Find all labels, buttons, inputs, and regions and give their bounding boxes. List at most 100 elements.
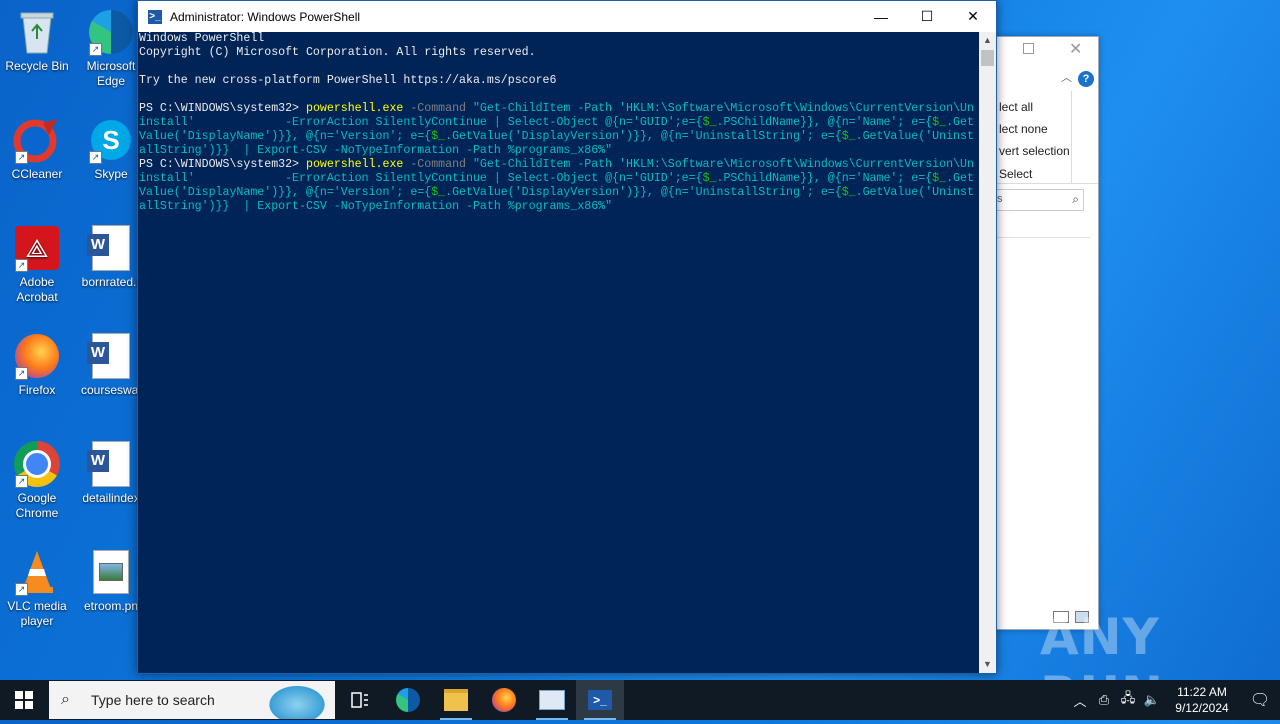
desktop-icon-label: detailindex [82,491,140,505]
desktop-icon-label: etroom.pn [83,599,139,613]
console-command-line: PS C:\WINDOWS\system32> powershell.exe -… [139,102,974,115]
search-field[interactable]: s ⌕ [995,189,1084,211]
desktop-icon-ccleaner[interactable]: ↗ CCleaner [2,116,72,182]
desktop-icon-label: Adobe Acrobat [16,275,58,304]
powershell-icon: >_ [588,690,612,710]
ribbon-divider [1071,91,1072,183]
console-blank-line: ​ [139,88,979,102]
taskbar-edge[interactable] [384,680,432,720]
search-placeholder: s [997,193,1003,205]
desktop-icon-label: Microsoft Edge [86,59,136,88]
clock[interactable]: 11:22 AM 9/12/2024 [1164,684,1240,716]
close-button[interactable]: ✕ [1069,39,1082,59]
console-line: Windows PowerShell [139,32,265,45]
shortcut-arrow-icon: ↗ [89,151,102,164]
desktop-icon-label: bornrated.r [81,275,141,289]
console-command-line: Value('DisplayName')}}, @{n='Version'; e… [139,186,974,199]
clock-date: 9/12/2024 [1175,701,1229,715]
search-placeholder: Type here to search [91,692,215,708]
background-explorer-window[interactable]: ✕ ︿ ? lect all lect none vert selection … [994,36,1099,630]
desktop-icon-firefox[interactable]: ↗ Firefox [2,332,72,398]
taskbar: ⌕ Type here to search >_ ︿ ⎙ 🖧 🔈 11:22 A… [0,680,1280,720]
select-none-item[interactable]: lect none [999,122,1048,136]
microsoft-edge-icon [396,688,420,712]
vertical-scrollbar[interactable]: ▲ ▼ [979,32,996,673]
console-line: Try the new cross-platform PowerShell ht… [139,74,557,87]
notification-icon[interactable]: 🗨 [1240,690,1280,710]
shortcut-arrow-icon: ↗ [89,43,102,56]
task-view-button[interactable] [336,680,384,720]
help-icon[interactable]: ? [1078,71,1094,87]
vlc-cone-icon: ↗ [13,548,61,596]
volume-icon[interactable]: 🔈 [1140,692,1164,708]
desktop-icon-label: Firefox [18,383,56,397]
desktop-icon-microsoft-edge[interactable]: ↗ Microsoft Edge [76,8,146,89]
word-document-icon: W [87,332,135,380]
desktop-icon-google-chrome[interactable]: ↗ Google Chrome [2,440,72,521]
header-divider [995,237,1090,238]
console-command-line: PS C:\WINDOWS\system32> powershell.exe -… [139,158,974,171]
network-icon[interactable]: 🖧 [1116,689,1140,711]
maximize-button[interactable]: ☐ [904,1,950,32]
taskbar-control-panel[interactable] [528,680,576,720]
image-file-icon [87,548,135,596]
ccleaner-icon: ↗ [13,116,61,164]
maximize-button[interactable] [1023,43,1034,54]
shortcut-arrow-icon: ↗ [15,259,28,272]
desktop-icon-label: VLC media player [7,599,67,628]
chevron-up-icon[interactable]: ︿ [1061,69,1072,85]
search-icon: ⌕ [1072,192,1079,206]
taskbar-firefox[interactable] [480,680,528,720]
scroll-thumb[interactable] [981,50,994,66]
title-bar[interactable]: >_ Administrator: Windows PowerShell — ☐… [138,1,996,32]
device-icon[interactable]: ⎙ [1092,692,1116,708]
console-output[interactable]: Windows PowerShell Copyright (C) Microsof… [138,32,979,673]
folder-icon [444,689,468,711]
powershell-window[interactable]: >_ Administrator: Windows PowerShell — ☐… [137,0,997,674]
taskbar-powershell[interactable]: >_ [576,680,624,720]
scroll-down-icon[interactable]: ▼ [979,656,996,673]
desktop-icon-vlc-media-player[interactable]: ↗ VLC media player [2,548,72,629]
powershell-app-icon: >_ [148,9,162,24]
desktop-icon-bornrated[interactable]: W bornrated.r [76,224,146,290]
windows-logo-icon [15,691,33,709]
desktop-icon-courseswal[interactable]: W courseswal [76,332,146,398]
console-command-line: Value('DisplayName')}}, @{n='Version'; e… [139,130,974,143]
control-panel-icon [539,690,565,710]
recycle-bin-icon [13,8,61,56]
window-title: Administrator: Windows PowerShell [170,9,361,24]
search-icon: ⌕ [61,691,70,708]
desktop-icon-detailindex[interactable]: W detailindex [76,440,146,506]
start-button[interactable] [0,680,48,720]
clock-time: 11:22 AM [1177,685,1227,699]
word-document-icon: W [87,224,135,272]
invert-selection-item[interactable]: vert selection [999,144,1070,158]
firefox-icon [492,688,516,712]
desktop-icon-etroom[interactable]: etroom.pn [76,548,146,614]
close-button[interactable]: ✕ [950,1,996,32]
desktop-icon-label: courseswal [80,383,142,397]
desktop-icon-skype[interactable]: S ↗ Skype [76,116,146,182]
taskbar-search-box[interactable]: ⌕ Type here to search [49,681,335,719]
skype-icon: S ↗ [87,116,135,164]
firefox-icon: ↗ [13,332,61,380]
desktop-icon-label: CCleaner [11,167,63,181]
desktop-icon-adobe-acrobat[interactable]: ⟁ ↗ Adobe Acrobat [2,224,72,305]
select-all-item[interactable]: lect all [999,100,1033,114]
scroll-up-icon[interactable]: ▲ [979,32,996,49]
console-command-line: allString')}} | Export-CSV -NoTypeInform… [139,144,613,157]
desktop-icon-recycle-bin[interactable]: Recycle Bin [2,8,72,74]
ribbon-bottom-divider [995,183,1098,184]
shortcut-arrow-icon: ↗ [15,151,28,164]
task-view-icon [351,692,368,708]
word-document-icon: W [87,440,135,488]
minimize-button[interactable]: — [858,1,904,32]
shortcut-arrow-icon: ↗ [15,367,28,380]
console-command-line: install' -ErrorAction SilentlyContinue |… [139,116,974,129]
taskbar-file-explorer[interactable] [432,680,480,720]
chevron-up-icon[interactable]: ︿ [1068,691,1092,710]
desktop-icon-label: Recycle Bin [5,59,69,73]
shortcut-arrow-icon: ↗ [15,583,28,596]
shortcut-arrow-icon: ↗ [15,475,28,488]
console-command-line: install' -ErrorAction SilentlyContinue |… [139,172,974,185]
